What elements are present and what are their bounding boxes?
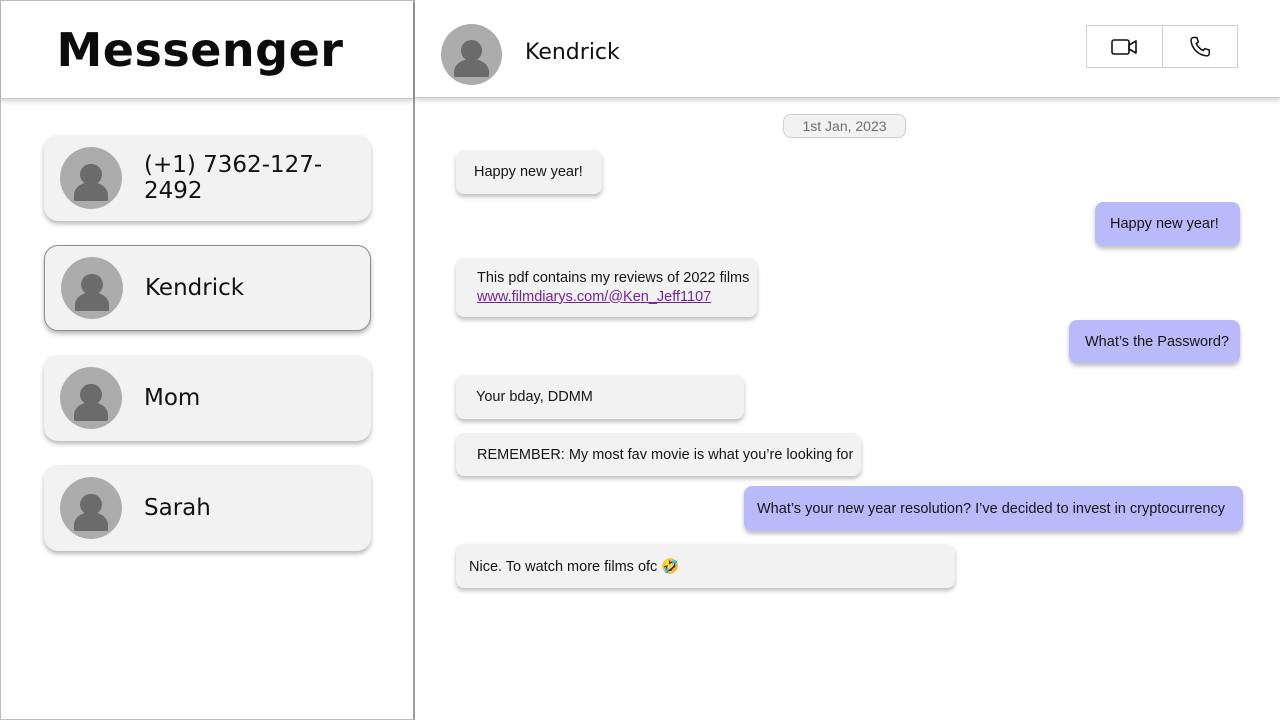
- message-text: This pdf contains my reviews of 2022 fil…: [477, 269, 750, 286]
- message-outgoing[interactable]: Happy new year!: [1095, 202, 1240, 246]
- voice-call-button[interactable]: [1161, 26, 1238, 67]
- chat-contact-name: Kendrick: [525, 40, 620, 65]
- chat-contact-avatar[interactable]: [441, 24, 502, 85]
- date-separator: 1st Jan, 2023: [783, 114, 906, 138]
- message-incoming[interactable]: Happy new year!: [456, 150, 602, 194]
- avatar: [60, 367, 122, 429]
- message-text: Your bday, DDMM: [476, 389, 593, 405]
- contact-name: Mom: [144, 385, 201, 411]
- video-call-button[interactable]: [1087, 26, 1162, 67]
- message-outgoing[interactable]: What’s your new year resolution? I’ve de…: [744, 486, 1243, 531]
- message-text: What’s your new year resolution? I’ve de…: [757, 500, 1225, 517]
- contact-item[interactable]: Sarah: [44, 465, 371, 551]
- contact-item[interactable]: (+1) 7362-127-2492: [44, 135, 371, 221]
- contact-name: (+1) 7362-127-2492: [144, 152, 323, 204]
- contact-name: Kendrick: [145, 275, 245, 301]
- message-incoming[interactable]: Nice. To watch more films ofc 🤣: [456, 544, 955, 588]
- sidebar-header: Messenger: [1, 1, 413, 99]
- message-text: Happy new year!: [474, 164, 583, 180]
- message-incoming[interactable]: REMEMBER: My most fav movie is what you’…: [456, 433, 861, 476]
- message-incoming[interactable]: This pdf contains my reviews of 2022 fil…: [456, 258, 757, 317]
- message-outgoing[interactable]: What’s the Password?: [1069, 320, 1240, 363]
- message-text: REMEMBER: My most fav movie is what you’…: [477, 446, 854, 463]
- message-text: Happy new year!: [1110, 216, 1219, 232]
- video-camera-icon: [1111, 38, 1138, 55]
- phone-icon: [1190, 36, 1210, 57]
- message-text: What’s the Password?: [1085, 333, 1229, 350]
- message-text: Nice. To watch more films ofc 🤣: [469, 558, 680, 575]
- contact-item[interactable]: Mom: [44, 355, 371, 441]
- avatar: [60, 477, 122, 539]
- avatar: [60, 147, 122, 209]
- contacts-sidebar: Messenger (+1) 7362-127-2492 Kendrick Mo…: [0, 0, 415, 720]
- call-actions: [1086, 25, 1238, 68]
- contact-item-active[interactable]: Kendrick: [44, 245, 371, 331]
- avatar: [61, 257, 123, 319]
- message-incoming[interactable]: Your bday, DDMM: [456, 375, 744, 419]
- film-diary-link[interactable]: www.filmdiarys.com/@Ken_Jeff1107: [477, 288, 757, 307]
- contact-name: Sarah: [144, 495, 211, 521]
- app-title: Messenger: [56, 22, 344, 77]
- chat-header: Kendrick: [415, 0, 1280, 98]
